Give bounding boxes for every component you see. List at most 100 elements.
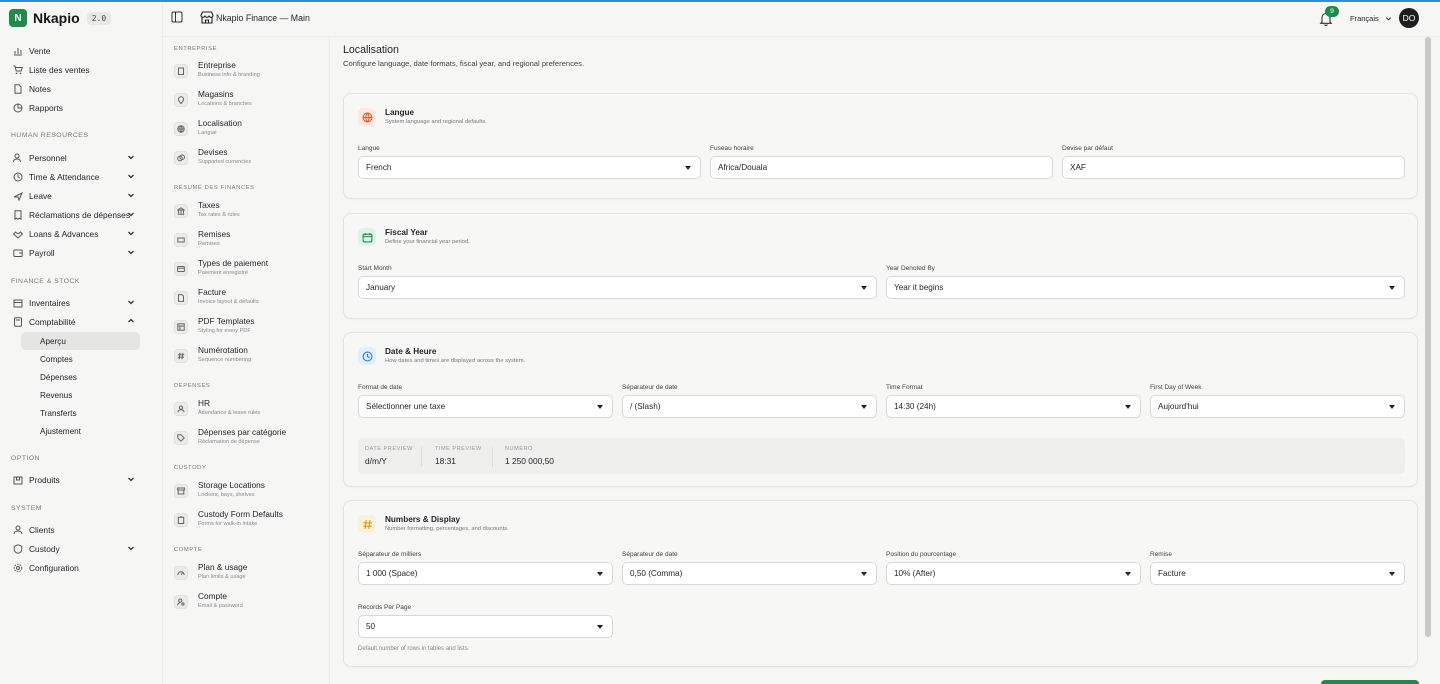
preview-divider <box>421 447 422 467</box>
select-value: 14:30 (24h) <box>894 402 936 411</box>
field-label: Fuseau horaire <box>710 145 754 152</box>
chevron-down-icon <box>128 477 134 482</box>
brand[interactable]: N Nkapio 2.0 <box>0 2 162 34</box>
caret-down-icon <box>1389 572 1395 576</box>
sidebar-item-inventaires[interactable]: Inventaires <box>9 294 141 312</box>
sidebar-subitem-comptes[interactable]: Comptes <box>21 350 140 368</box>
coins-icon <box>174 151 188 165</box>
settings-item-desc: Réclamation de dépense <box>198 439 260 445</box>
separateur-decimal-select[interactable]: 0,50 (Comma) <box>622 562 877 585</box>
select-value: Aujourd'hui <box>1158 402 1199 411</box>
records-per-page-select[interactable]: 50 <box>358 615 613 638</box>
sidebar-item-notes[interactable]: Notes <box>9 80 141 98</box>
pie-icon <box>13 103 23 113</box>
sidebar-item-time-attendance[interactable]: Time & Attendance <box>9 168 141 186</box>
scrollbar-thumb[interactable] <box>1425 37 1431 637</box>
save-button[interactable] <box>1321 680 1419 684</box>
fuseau-horaire-input[interactable]: Africa/Douala <box>710 156 1053 179</box>
sidebar-subitem-depenses[interactable]: Dépenses <box>21 368 140 386</box>
preview-label: NUMÉRO <box>505 446 533 452</box>
sidebar-item-loans[interactable]: Loans & Advances <box>9 225 141 243</box>
sidebar-item-payroll[interactable]: Payroll <box>9 244 141 262</box>
sidebar-item-custody[interactable]: Custody <box>9 540 141 558</box>
year-denoted-select[interactable]: Year it begins <box>886 276 1405 299</box>
avatar[interactable]: DO <box>1399 8 1419 28</box>
separateur-milliers-select[interactable]: 1 000 (Space) <box>358 562 613 585</box>
settings-item-entreprise[interactable]: Entreprise Business info & branding <box>174 60 324 84</box>
time-format-select[interactable]: 14:30 (24h) <box>886 395 1141 418</box>
settings-item-types-paiement[interactable]: Types de paiement Paiement enregistré <box>174 258 324 282</box>
caret-down-icon <box>861 405 867 409</box>
settings-item-taxes[interactable]: Taxes Tax rates & rules <box>174 200 324 224</box>
field-label: Records Per Page <box>358 604 412 611</box>
language-select[interactable]: Français <box>1350 14 1392 23</box>
position-pourcentage-select[interactable]: 10% (After) <box>886 562 1141 585</box>
workspace-title[interactable]: Nkapio Finance — Main <box>216 13 310 23</box>
sidebar-item-configuration[interactable]: Configuration <box>9 559 141 577</box>
sidebar-item-produits[interactable]: Produits <box>9 471 141 489</box>
sidebar-item-label: Liste des ventes <box>29 65 90 75</box>
sidebar-item-label: Personnel <box>29 153 67 163</box>
section-depenses: DÉPENSES <box>174 383 211 389</box>
sidebar-item-reclamations[interactable]: Réclamations de dépenses <box>9 206 141 224</box>
settings-item-depenses-categorie[interactable]: Dépenses par catégorie Réclamation de dép… <box>174 427 324 451</box>
sidebar-item-clients[interactable]: Clients <box>9 521 141 539</box>
users-icon <box>174 402 188 416</box>
start-month-select[interactable]: January <box>358 276 877 299</box>
field-label: Format de date <box>358 384 403 391</box>
sidebar-item-personnel[interactable]: Personnel <box>9 149 141 167</box>
sidebar-item-comptabilite[interactable]: Comptabilité <box>9 313 141 331</box>
sidebar-toggle-icon[interactable] <box>171 11 183 23</box>
map-pin-icon <box>174 93 188 107</box>
field-label: Séparateur de date <box>622 384 678 391</box>
separateur-date-select[interactable]: / (Slash) <box>622 395 877 418</box>
card-langue: Langue System language and regional defa… <box>343 93 1418 199</box>
langue-select[interactable]: French <box>358 156 701 179</box>
settings-item-title: Facture <box>198 287 227 297</box>
devise-input[interactable]: XAF <box>1062 156 1405 179</box>
card-title: Date & Heure <box>385 347 437 356</box>
sidebar-subitem-revenus[interactable]: Revenus <box>21 386 140 404</box>
settings-item-numerotation[interactable]: Numérotation Sequence numbering <box>174 345 324 369</box>
caret-down-icon <box>597 625 603 629</box>
settings-item-title: Devises <box>198 147 228 157</box>
sidebar-item-label: Payroll <box>29 248 55 258</box>
sidebar-item-rapports[interactable]: Rapports <box>9 99 141 117</box>
remise-select[interactable]: Facture <box>1150 562 1405 585</box>
settings-item-storage-locations[interactable]: Storage Locations Lockers, bays, shelves <box>174 480 324 504</box>
sidebar-item-vente[interactable]: Vente <box>9 42 141 60</box>
card-title: Fiscal Year <box>385 228 428 237</box>
settings-item-title: Storage Locations <box>198 480 265 490</box>
section-human-resources: HUMAN RESOURCES <box>11 132 89 139</box>
settings-item-pdf-templates[interactable]: PDF Templates Styling for every PDF <box>174 316 324 340</box>
layout-icon <box>174 320 188 334</box>
settings-item-hr[interactable]: HR Attendance & leave rules <box>174 398 324 422</box>
sidebar-subitem-ajustement[interactable]: Ajustement <box>21 422 140 440</box>
settings-item-custody-form-defaults[interactable]: Custody Form Defaults Forms for walk-in i… <box>174 509 324 533</box>
preview-divider <box>492 447 493 467</box>
credit-card-icon <box>174 262 188 276</box>
settings-item-title: HR <box>198 398 210 408</box>
caret-down-icon <box>1125 405 1131 409</box>
select-value: 50 <box>366 622 376 631</box>
settings-item-facture[interactable]: Facture Invoice layout & defaults <box>174 287 324 311</box>
format-date-select[interactable]: Sélectionner une taxe <box>358 395 613 418</box>
sidebar-subitem-apercu[interactable]: Aperçu <box>21 332 140 350</box>
sidebar-item-liste-ventes[interactable]: Liste des ventes <box>9 61 141 79</box>
first-day-week-select[interactable]: Aujourd'hui <box>1150 395 1405 418</box>
settings-item-localisation[interactable]: Localisation Langue <box>174 118 324 142</box>
chevron-down-icon <box>128 212 134 217</box>
format-preview: DATE PREVIEW d/m/Y TIME PREVIEW 18:31 NUMÉ… <box>358 438 1405 474</box>
caret-down-icon <box>1389 405 1395 409</box>
sidebar-item-leave[interactable]: Leave <box>9 187 141 205</box>
section-custody: CUSTODY <box>174 465 207 471</box>
sidebar-subitem-transferts[interactable]: Transferts <box>21 404 140 422</box>
settings-item-magasins[interactable]: Magasins Locations & branches <box>174 89 324 113</box>
sidebar-item-label: Clients <box>29 525 55 535</box>
settings-item-plan-usage[interactable]: Plan & usage Plan limits & usage <box>174 562 324 586</box>
settings-item-remises[interactable]: Remises Remises <box>174 229 324 253</box>
main-scrollbar[interactable] <box>1423 37 1433 684</box>
settings-item-devises[interactable]: Devises Supported currencies <box>174 147 324 171</box>
settings-item-compte[interactable]: Compte Email & password <box>174 591 324 615</box>
select-value: Sélectionner une taxe <box>366 402 446 411</box>
